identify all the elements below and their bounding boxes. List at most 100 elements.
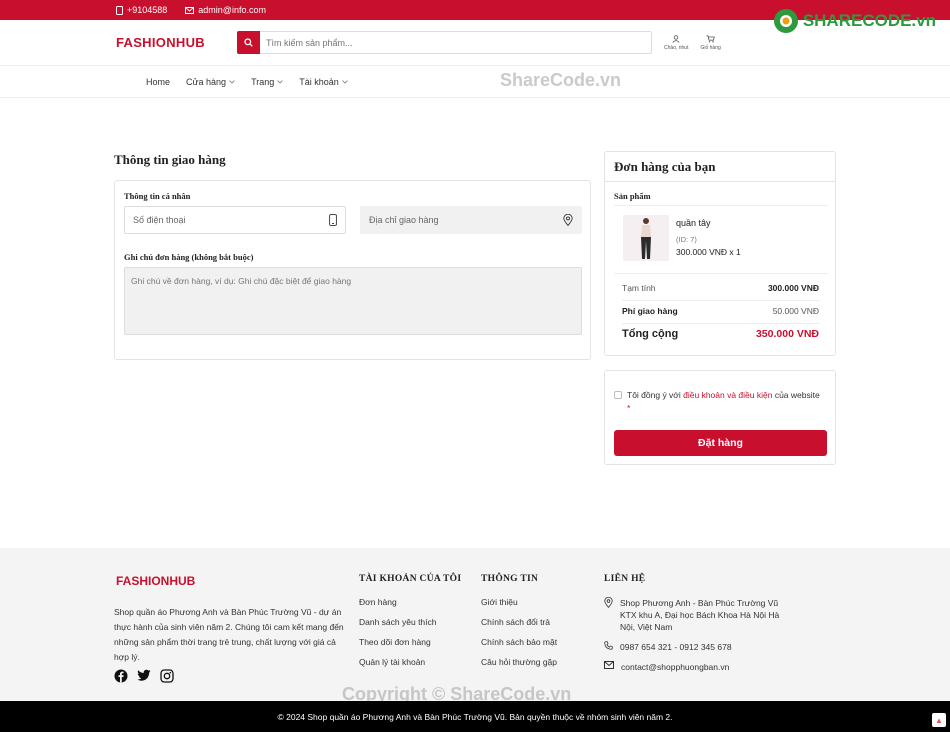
nav-pages[interactable]: Trang bbox=[251, 76, 284, 87]
chevron-down-icon bbox=[342, 79, 348, 84]
contact-address-text: Shop Phương Anh - Bàn Phúc Trường Vũ KTX… bbox=[620, 598, 780, 632]
footer-contact-title: LIÊN HỆ bbox=[604, 574, 646, 584]
nav-shop[interactable]: Cửa hàng bbox=[186, 77, 235, 87]
shipping-fee-row: Phí giao hàng 50.000 VNĐ bbox=[622, 306, 819, 316]
address-field[interactable]: Địa chỉ giao hàng bbox=[360, 206, 582, 234]
nav-home[interactable]: Home bbox=[146, 77, 170, 87]
phone-field[interactable]: Số điện thoại bbox=[124, 206, 346, 234]
footer-link-wishlist[interactable]: Danh sách yêu thích bbox=[359, 617, 461, 637]
search-input[interactable] bbox=[260, 37, 651, 48]
product-id: (ID: 7) bbox=[676, 235, 697, 244]
header-actions: Chào, nhut Giỏ hàng bbox=[664, 34, 721, 51]
chevron-down-icon bbox=[277, 79, 284, 84]
footer-link-faq[interactable]: Câu hỏi thường gặp bbox=[481, 657, 557, 677]
shipping-fee-value: 50.000 VNĐ bbox=[772, 306, 819, 316]
footer-link-about[interactable]: Giới thiệu bbox=[481, 597, 557, 617]
terms-text: Tôi đồng ý với điều khoản và điều kiện c… bbox=[627, 389, 822, 415]
address-placeholder: Địa chỉ giao hàng bbox=[369, 215, 439, 225]
place-order-button[interactable]: Đặt hàng bbox=[614, 430, 827, 456]
shipping-fee-label: Phí giao hàng bbox=[622, 306, 678, 316]
main-nav: Home Cửa hàng Trang Tài khoản bbox=[0, 66, 950, 98]
items-divider bbox=[614, 273, 828, 274]
products-divider bbox=[614, 205, 828, 206]
search-button[interactable] bbox=[237, 31, 260, 54]
location-pin-icon bbox=[563, 214, 573, 226]
footer-link-orders[interactable]: Đơn hàng bbox=[359, 597, 461, 617]
copyright-text: © 2024 Shop quần áo Phương Anh và Bàn Ph… bbox=[277, 711, 673, 722]
order-note-label: Ghi chú đơn hàng (không bắt buộc) bbox=[124, 252, 254, 262]
contact-email-text: contact@shopphuongban.vn bbox=[621, 662, 730, 672]
order-note-placeholder: Ghi chú về đơn hàng, ví dụ: Ghi chú đặc … bbox=[131, 276, 352, 286]
twitter-icon[interactable] bbox=[137, 669, 151, 682]
search-bar bbox=[237, 31, 652, 54]
terms-link[interactable]: điều khoản và điều kiện bbox=[683, 390, 772, 400]
shipping-form: Thông tin cá nhân Số điện thoại Địa chỉ … bbox=[114, 180, 591, 360]
instagram-icon[interactable] bbox=[160, 669, 174, 683]
product-name[interactable]: quần tây bbox=[676, 218, 711, 228]
footer-account-title: TÀI KHOẢN CỦA TÔI bbox=[359, 574, 462, 584]
subtotal-row: Tạm tính 300.000 VNĐ bbox=[622, 283, 819, 293]
topbar-email[interactable]: admin@info.com bbox=[185, 5, 266, 15]
cart-icon bbox=[706, 34, 715, 42]
location-pin-icon bbox=[604, 597, 613, 608]
product-price-qty: 300.000 VNĐ x 1 bbox=[676, 247, 741, 257]
footer-description: Shop quần áo Phương Anh và Bàn Phúc Trườ… bbox=[114, 607, 344, 662]
footer-link-return-policy[interactable]: Chính sách đổi trả bbox=[481, 617, 557, 637]
personal-info-label: Thông tin cá nhân bbox=[124, 191, 191, 201]
topbar-email-text: admin@info.com bbox=[198, 5, 266, 15]
phone-placeholder: Số điện thoại bbox=[133, 215, 186, 225]
subtotal-value: 300.000 VNĐ bbox=[767, 283, 819, 293]
order-note-textarea[interactable]: Ghi chú về đơn hàng, ví dụ: Ghi chú đặc … bbox=[124, 267, 582, 335]
order-summary-title: Đơn hàng của bạn bbox=[605, 152, 835, 182]
contact-phone-text: 0987 654 321 - 0912 345 678 bbox=[620, 642, 732, 652]
product-thumbnail[interactable] bbox=[623, 215, 669, 261]
footer-link-track-order[interactable]: Theo dõi đơn hàng bbox=[359, 637, 461, 657]
footer-info-title: THÔNG TIN bbox=[481, 574, 539, 584]
site-logo[interactable]: FASHIONHUB bbox=[116, 35, 205, 50]
chevron-down-icon bbox=[229, 79, 235, 84]
topbar-phone-text: +9104588 bbox=[127, 5, 168, 15]
sharecode-watermark: SHARECODE.vn bbox=[773, 8, 936, 34]
footer-link-privacy-policy[interactable]: Chính sách bảo mật bbox=[481, 637, 557, 657]
social-links bbox=[114, 669, 174, 683]
shipping-divider bbox=[622, 323, 820, 324]
site-footer: FASHIONHUB Shop quần áo Phương Anh và Bà… bbox=[0, 548, 950, 701]
subtotal-label: Tạm tính bbox=[622, 283, 656, 293]
account-button[interactable]: Chào, nhut bbox=[664, 34, 689, 51]
flame-icon[interactable]: ▲ bbox=[932, 713, 946, 727]
footer-account-column: TÀI KHOẢN CỦA TÔI Đơn hàng Danh sách yêu… bbox=[359, 574, 461, 677]
footer-contact-column: LIÊN HỆ Shop Phương Anh - Bàn Phúc Trườn… bbox=[604, 574, 780, 673]
cart-button[interactable]: Giỏ hàng bbox=[700, 34, 721, 51]
products-label: Sản phẩm bbox=[614, 191, 651, 201]
sharecode-text: SHARECODE.vn bbox=[802, 11, 936, 30]
nav-account-label: Tài khoản bbox=[299, 76, 339, 87]
phone-icon bbox=[604, 641, 613, 650]
footer-logo[interactable]: FASHIONHUB bbox=[116, 574, 195, 588]
subtotal-divider bbox=[622, 300, 820, 301]
phone-icon bbox=[116, 5, 123, 15]
total-label: Tổng cộng bbox=[622, 328, 679, 340]
contact-address: Shop Phương Anh - Bàn Phúc Trường Vũ KTX… bbox=[604, 597, 780, 633]
contact-email[interactable]: contact@shopphuongban.vn bbox=[604, 661, 780, 673]
nav-pages-label: Trang bbox=[251, 76, 275, 87]
footer-link-manage-account[interactable]: Quản lý tài khoản bbox=[359, 657, 461, 677]
search-icon bbox=[244, 38, 253, 47]
nav-shop-label: Cửa hàng bbox=[186, 76, 227, 87]
nav-account[interactable]: Tài khoản bbox=[299, 77, 348, 87]
account-label: Chào, nhut bbox=[664, 44, 689, 51]
footer-info-column: THÔNG TIN Giới thiệu Chính sách đổi trả … bbox=[481, 574, 557, 677]
order-summary: Đơn hàng của bạn Sản phẩm quần tây (ID: … bbox=[604, 151, 836, 356]
sharecode-logo-icon bbox=[773, 9, 798, 33]
required-mark: * bbox=[627, 403, 631, 413]
topbar-phone[interactable]: +9104588 bbox=[116, 5, 167, 15]
facebook-icon[interactable] bbox=[114, 669, 128, 683]
terms-checkbox[interactable] bbox=[614, 391, 622, 399]
shipping-title: Thông tin giao hàng bbox=[114, 152, 226, 167]
total-value: 350.000 VNĐ bbox=[755, 328, 819, 340]
mobile-icon bbox=[329, 214, 337, 226]
product-image bbox=[641, 218, 651, 259]
copyright-bar: © 2024 Shop quần áo Phương Anh và Bàn Ph… bbox=[0, 701, 950, 732]
user-icon bbox=[672, 34, 680, 43]
total-row: Tổng cộng 350.000 VNĐ bbox=[622, 328, 819, 340]
contact-phone[interactable]: 0987 654 321 - 0912 345 678 bbox=[604, 641, 780, 653]
